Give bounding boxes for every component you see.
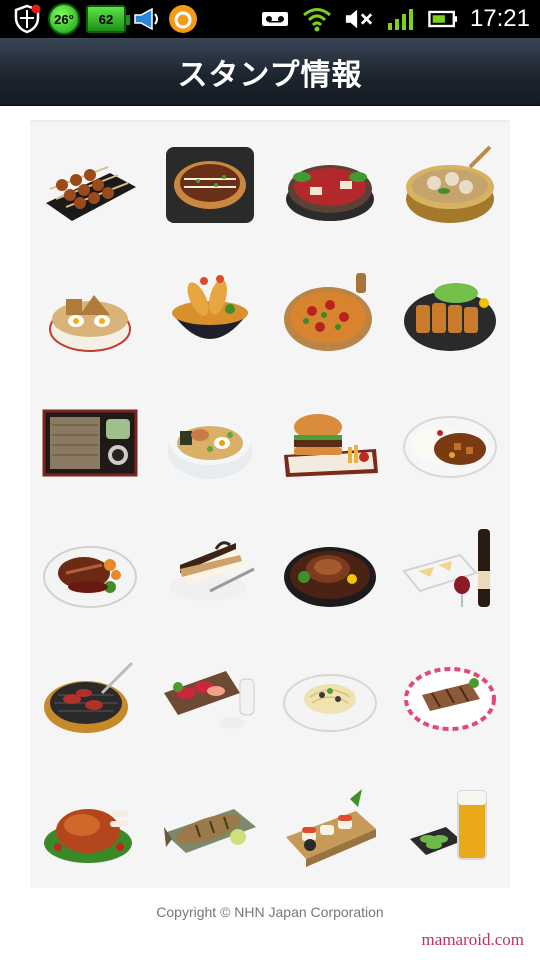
sticker-tonkatsu[interactable] <box>390 250 510 378</box>
temperature-badge: 26° <box>48 3 80 35</box>
grilled-fish-fillet-icon <box>404 667 496 731</box>
pasta-icon <box>283 674 377 732</box>
sashimi-icon <box>164 671 255 729</box>
sushi-icon <box>286 789 376 867</box>
megaphone-icon <box>132 4 162 34</box>
sticker-grid <box>30 120 510 888</box>
sticker-sushi[interactable] <box>270 762 390 890</box>
pizza-icon <box>284 273 372 351</box>
content-area: Copyright © NHN Japan Corporation mamaro… <box>0 106 540 960</box>
sticker-sashimi[interactable] <box>150 634 270 762</box>
battery-percent-badge: 62 <box>86 5 130 33</box>
sticker-beer-and-edamame[interactable] <box>390 762 510 890</box>
sticker-yakiniku[interactable] <box>30 634 150 762</box>
sticker-okonomiyaki[interactable] <box>150 122 270 250</box>
zaru-soba-icon <box>42 409 138 477</box>
hamburg-steak-icon <box>284 547 376 607</box>
nabe-icon <box>406 145 494 223</box>
app-notification-icon <box>168 4 198 34</box>
status-right-icons: 17:21 <box>260 3 530 35</box>
voicemail-icon <box>260 4 290 34</box>
sticker-zaru-soba[interactable] <box>30 378 150 506</box>
sticker-ramen[interactable] <box>150 378 270 506</box>
sticker-steak[interactable] <box>30 506 150 634</box>
status-left-icons: 26° 62 <box>12 3 198 35</box>
hamburger-icon <box>284 414 378 477</box>
wine-and-cheese-icon <box>402 529 490 607</box>
sticker-grilled-fish-fillet[interactable] <box>390 634 510 762</box>
mute-icon <box>344 4 374 34</box>
beer-and-edamame-icon <box>410 790 487 860</box>
title-bar: スタンプ情報 <box>0 38 540 106</box>
wifi-icon <box>302 4 332 34</box>
sticker-cake[interactable] <box>150 506 270 634</box>
sticker-roast-chicken[interactable] <box>30 762 150 890</box>
shield-icon <box>12 4 42 34</box>
status-bar: 26° 62 17:21 <box>0 0 540 38</box>
curry-rice-icon <box>403 416 497 478</box>
sticker-tendon[interactable] <box>150 250 270 378</box>
watermark-text: mamaroid.com <box>421 930 524 949</box>
sticker-hamburg-steak[interactable] <box>270 506 390 634</box>
steak-icon <box>43 546 137 608</box>
status-clock: 17:21 <box>469 5 530 32</box>
oden-icon <box>49 295 131 352</box>
ramen-icon <box>168 421 252 479</box>
okonomiyaki-icon <box>166 147 254 223</box>
sticker-oden[interactable] <box>30 250 150 378</box>
sticker-nabe[interactable] <box>390 122 510 250</box>
sukiyaki-icon <box>286 165 374 221</box>
sticker-hamburger[interactable] <box>270 378 390 506</box>
sticker-sukiyaki[interactable] <box>270 122 390 250</box>
battery-icon <box>428 4 458 34</box>
grilled-fish-icon <box>164 809 256 853</box>
sticker-pasta[interactable] <box>270 634 390 762</box>
sticker-grilled-fish[interactable] <box>150 762 270 890</box>
tonkatsu-icon <box>404 283 496 351</box>
yakitori-icon <box>46 166 136 221</box>
sticker-wine-and-cheese[interactable] <box>390 506 510 634</box>
copyright-text: Copyright © NHN Japan Corporation <box>156 904 384 920</box>
yakiniku-icon <box>44 661 134 733</box>
cake-icon <box>170 541 255 601</box>
page-title: スタンプ情報 <box>177 57 363 93</box>
sticker-pizza[interactable] <box>270 250 390 378</box>
roast-chicken-icon <box>44 809 132 863</box>
sticker-yakitori[interactable] <box>30 122 150 250</box>
signal-icon <box>386 4 416 34</box>
sticker-curry-rice[interactable] <box>390 378 510 506</box>
tendon-icon <box>172 275 248 339</box>
